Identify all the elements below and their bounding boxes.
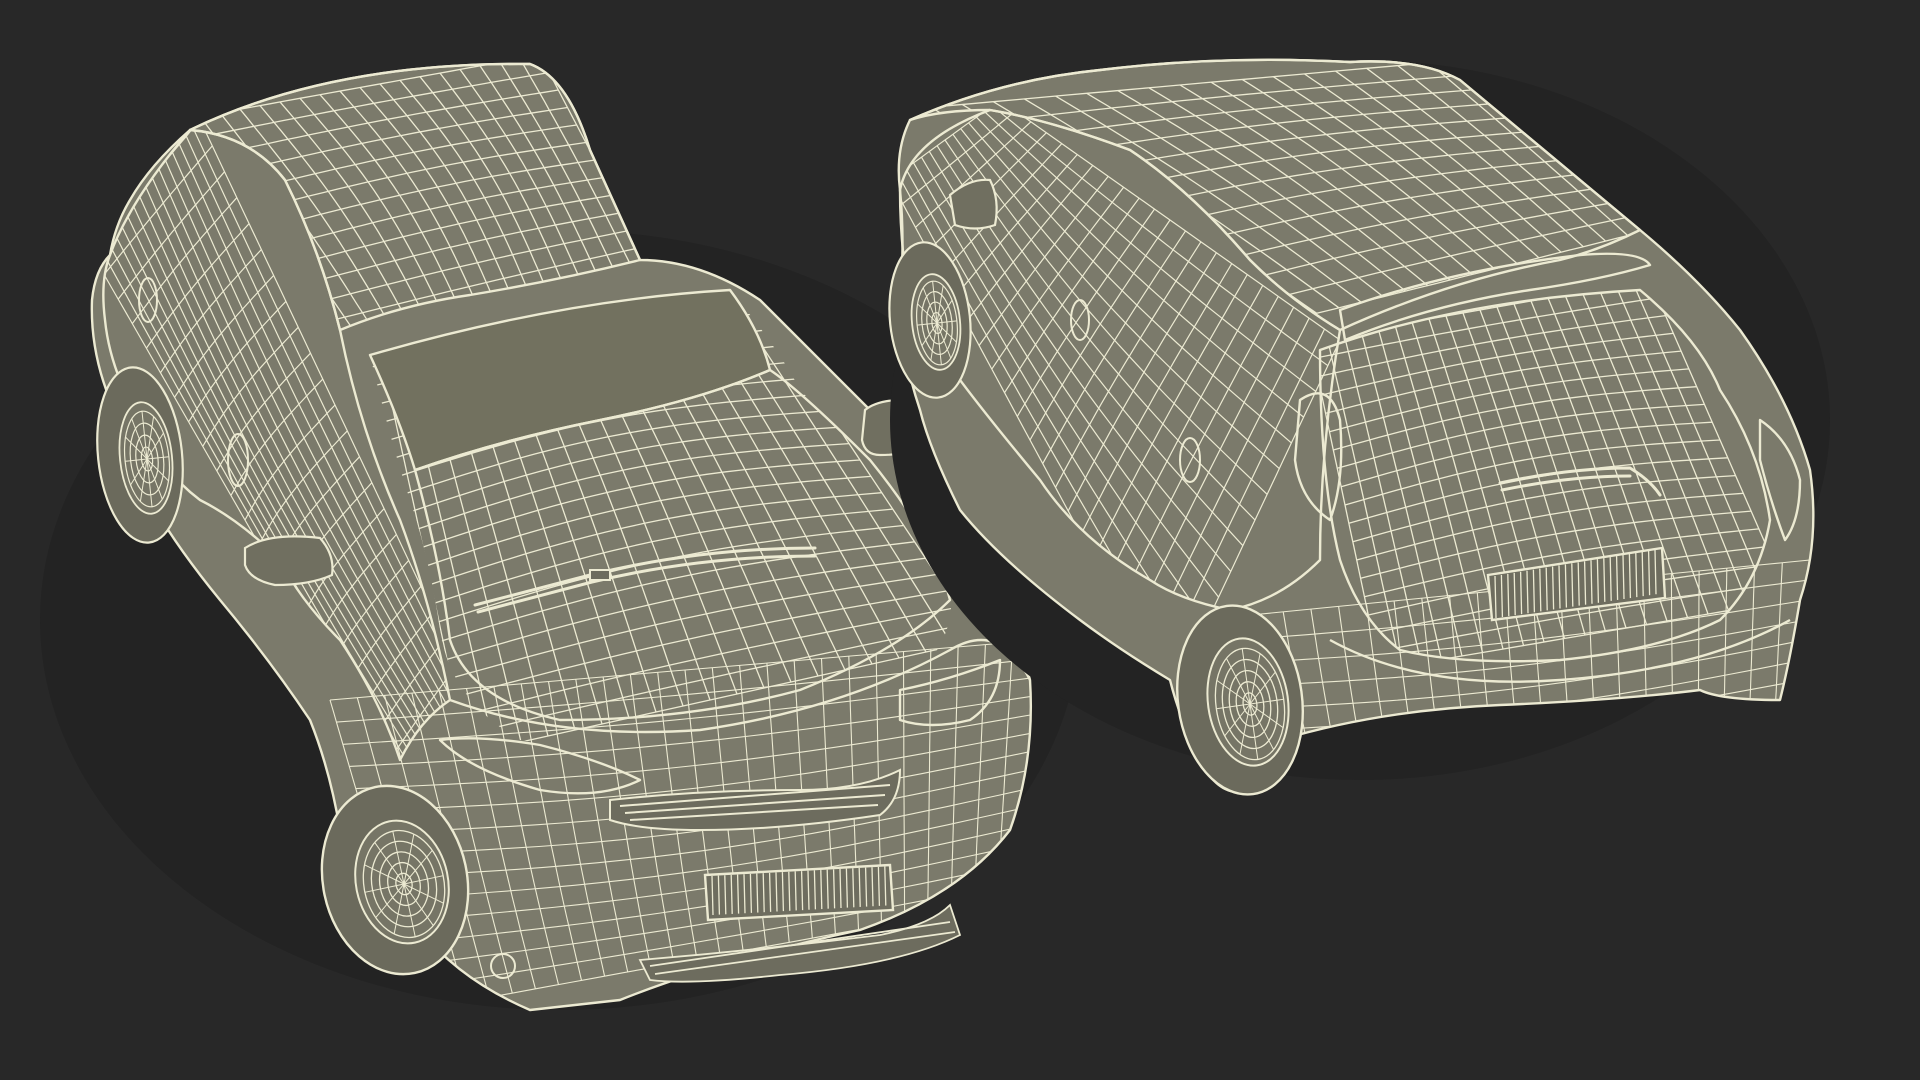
wireframe-scene <box>40 58 1830 1012</box>
front-license-plate <box>703 863 895 922</box>
render-viewport <box>0 0 1920 1080</box>
front-side-mirror-left <box>243 535 334 587</box>
